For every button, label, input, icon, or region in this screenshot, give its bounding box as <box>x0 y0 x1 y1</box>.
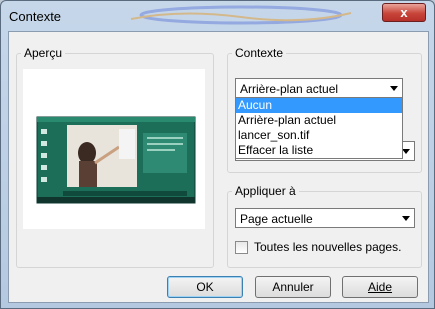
list-item[interactable]: Arrière-plan actuel <box>236 113 402 128</box>
preview-pane <box>23 69 205 229</box>
list-item[interactable]: Effacer la liste <box>236 143 402 158</box>
ok-button[interactable]: OK <box>167 276 243 298</box>
all-new-pages-label: Toutes les nouvelles pages. <box>254 240 402 254</box>
context-select-value: Arrière-plan actuel <box>240 82 339 96</box>
context-select[interactable]: Arrière-plan actuel <box>235 78 403 98</box>
apply-select-value: Page actuelle <box>240 212 313 226</box>
apply-group-label: Appliquer à <box>232 184 299 198</box>
window-title: Contexte <box>9 9 62 24</box>
apply-select[interactable]: Page actuelle <box>235 208 415 228</box>
chevron-down-icon <box>402 216 410 221</box>
close-button[interactable]: x <box>382 3 426 22</box>
preview-thumbnail <box>36 116 196 204</box>
context-dropdown-list[interactable]: Aucun Arrière-plan actuel lancer_son.tif… <box>235 97 403 159</box>
title-bar-background-art <box>130 5 352 25</box>
context-group-label: Contexte <box>232 46 287 60</box>
apply-group <box>227 191 422 268</box>
cancel-button[interactable]: Annuler <box>255 276 331 298</box>
chevron-down-icon <box>390 86 398 91</box>
chevron-down-icon <box>402 149 410 154</box>
preview-group-label: Aperçu <box>21 46 66 60</box>
close-icon: x <box>400 5 408 20</box>
dialog-window: Contexte x Aperçu Contexte Arrière-plan … <box>0 0 435 309</box>
list-item[interactable]: Aucun <box>236 98 402 113</box>
title-bar[interactable]: Contexte x <box>1 1 434 31</box>
all-new-pages-checkbox[interactable] <box>235 241 248 254</box>
list-item[interactable]: lancer_son.tif <box>236 128 402 143</box>
help-button[interactable]: Aide <box>342 276 418 298</box>
